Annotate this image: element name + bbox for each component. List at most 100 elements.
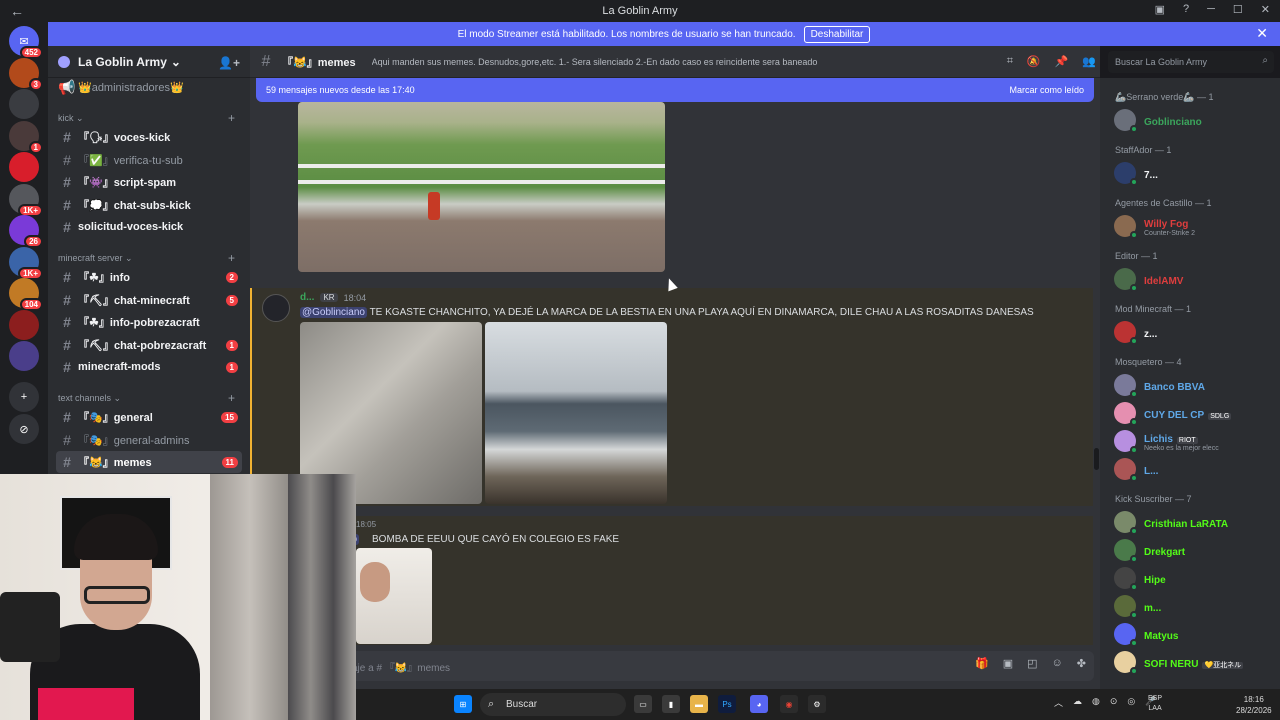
tray-app-icon[interactable]: ◎ [1127, 696, 1135, 709]
server-icon[interactable]: ⊘ [9, 414, 39, 444]
status-dot [1130, 390, 1138, 398]
new-messages-bar[interactable]: 59 mensajes nuevos desde las 17:40 Marca… [256, 78, 1094, 102]
pin-icon[interactable]: 📌 [1055, 55, 1069, 68]
server-icon[interactable]: 1K+ [9, 246, 43, 280]
member-item[interactable]: Cristhian LaRATA [1114, 509, 1228, 535]
member-item[interactable]: SOFI NERU 💛亚北ネル [1114, 649, 1244, 675]
member-item[interactable]: Goblinciano [1114, 107, 1202, 133]
banner-close-icon[interactable]: ✕ [1256, 25, 1268, 42]
channel-item[interactable]: # solicitud-voces-kick [56, 216, 242, 238]
scrollbar[interactable] [1094, 448, 1099, 470]
channel-item[interactable]: # 『👾』script-spam [56, 171, 242, 193]
server-icon[interactable] [9, 309, 39, 340]
channel-item[interactable]: # minecraft-mods 1 [56, 356, 242, 378]
avatar[interactable] [262, 294, 290, 322]
chrome-icon[interactable]: ◉ [780, 695, 798, 713]
server-icon[interactable]: 26 [9, 215, 43, 248]
clock[interactable]: 18:16 28/2/2026 [1236, 694, 1272, 716]
channel-item[interactable]: # 『🗣』voces-kick [56, 126, 242, 148]
category-text-channels[interactable]: Text Channels ⌄ + [58, 391, 235, 405]
server-icon[interactable] [9, 89, 39, 119]
member-item[interactable]: Hipe [1114, 565, 1166, 591]
category-kick[interactable]: kick ⌄ + [58, 111, 235, 125]
member-item[interactable]: Lichis RIOT Neeko es la mejor elecc [1114, 428, 1219, 454]
channel-item[interactable]: # 『☘』info 2 [56, 266, 242, 288]
sticker-icon[interactable]: ◰ [1027, 657, 1037, 670]
gif-icon[interactable]: ▣ [1003, 657, 1013, 670]
search-input[interactable]: Buscar La Goblin Army ⌕ [1108, 51, 1274, 73]
mark-read-button[interactable]: Marcar como leído [1009, 85, 1084, 95]
channel-item[interactable]: # 『✅』verifica-tu-sub [56, 149, 242, 171]
category-minecraft-server[interactable]: minecraft server ⌄ + [58, 251, 235, 265]
photoshop-icon[interactable]: Ps [718, 695, 736, 713]
member-role-header: Agentes de Castillo — 1 [1115, 198, 1212, 208]
member-item[interactable]: L... [1114, 456, 1158, 482]
disable-streamer-button[interactable]: Deshabilitar [803, 25, 871, 43]
message-area[interactable]: d... KR 18:04 @Goblinciano TE KGASTE CHA… [250, 78, 1100, 645]
emoji-icon[interactable]: ☺ [1052, 657, 1063, 670]
notifications-icon[interactable]: 🔕 [1027, 55, 1041, 68]
member-item[interactable]: Drekgart [1114, 537, 1185, 563]
server-icon[interactable] [9, 341, 39, 371]
file-explorer-icon[interactable]: ▬ [690, 695, 708, 713]
discord-icon[interactable]: ◕ [750, 695, 768, 713]
meme-image-track[interactable] [298, 102, 665, 272]
tray-app-icon[interactable]: ☁ [1073, 696, 1082, 709]
invite-icon[interactable]: 👤+ [218, 56, 240, 70]
server-icon[interactable]: 1 [9, 120, 43, 154]
add-channel-icon[interactable]: + [228, 111, 235, 125]
tray-arrow-icon[interactable]: ︿ [1054, 696, 1063, 709]
channel-item[interactable]: # 『⛏』chat-minecraft 5 [56, 289, 242, 311]
app-icon[interactable]: ▮ [662, 695, 680, 713]
server-icon[interactable]: 1K+ [9, 183, 43, 217]
add-channel-icon[interactable]: + [228, 251, 235, 265]
channel-topic[interactable]: Aqui manden sus memes. Desnudos,gore,etc… [372, 57, 1012, 67]
beach-image[interactable] [485, 322, 667, 504]
member-item[interactable]: CUY DEL CP SDLG [1114, 400, 1232, 426]
member-item[interactable]: Willy Fog Counter-Strike 2 [1114, 213, 1195, 239]
taskbar-search[interactable]: ⌕ Buscar [480, 693, 626, 716]
mention[interactable]: @Goblinciano [300, 307, 367, 318]
server-icon[interactable]: 104 [9, 278, 43, 311]
back-arrow-icon[interactable]: ← [0, 3, 48, 19]
apps-icon[interactable]: ✤ [1077, 657, 1086, 670]
member-item[interactable]: Matyus [1114, 621, 1178, 647]
guild-header[interactable]: La Goblin Army ⌄ 👤+ [48, 46, 250, 78]
server-icon[interactable]: 3 [9, 57, 43, 91]
maximize-icon[interactable]: ☐ [1233, 3, 1243, 16]
close-window-icon[interactable]: ✕ [1261, 3, 1270, 16]
channel-item[interactable]: # 『🎭』general 15 [56, 406, 242, 428]
add-channel-icon[interactable]: + [228, 391, 235, 405]
windows-start-icon[interactable]: ⊞ [454, 695, 472, 713]
message-input[interactable]: aje a # 『😹』memes [256, 651, 1094, 681]
server-icon[interactable]: + [9, 382, 39, 412]
channel-item[interactable]: # 『💭』chat-subs-kick [56, 194, 242, 216]
channel-administradores[interactable]: 📢 👑administradores👑 [56, 76, 242, 98]
member-item[interactable]: Banco BBVA [1114, 372, 1205, 398]
app-icon[interactable]: ⚙ [808, 695, 826, 713]
server-icon[interactable]: ✉ 452 [9, 26, 43, 59]
banner-text: El modo Streamer está habilitado. Los no… [457, 28, 796, 40]
inbox-icon[interactable]: ▣ [1155, 3, 1165, 16]
member-item[interactable]: IdelAMV [1114, 266, 1183, 292]
message-author[interactable]: d... [300, 292, 314, 303]
minimize-icon[interactable]: ─ [1207, 3, 1215, 16]
gift-icon[interactable]: 🎁 [975, 657, 989, 670]
threads-icon[interactable]: ⌗ [1007, 55, 1013, 68]
tray-app-icon[interactable]: ⊙ [1110, 696, 1118, 709]
help-icon[interactable]: ? [1183, 3, 1189, 16]
channel-item[interactable]: # 『☘』info-pobrezacraft [56, 311, 242, 333]
task-view-icon[interactable]: ▭ [634, 695, 652, 713]
unread-badge: 11 [221, 456, 238, 468]
channel-item[interactable]: # 『⛏』chat-pobrezacraft 1 [56, 334, 242, 356]
channel-item[interactable]: # 『🎭』general-admins [56, 429, 242, 451]
member-item[interactable]: m... [1114, 593, 1161, 619]
member-item[interactable]: z... [1114, 319, 1157, 345]
meme-image[interactable] [356, 548, 432, 644]
member-item[interactable]: 7... [1114, 160, 1158, 186]
tray-app-icon[interactable]: ◍ [1092, 696, 1100, 709]
channel-item[interactable]: # 『😹』memes 11 [56, 451, 242, 473]
member-list-icon[interactable]: 👥 [1082, 55, 1096, 68]
language-indicator[interactable]: ESP LAA [1148, 694, 1162, 714]
server-icon[interactable] [9, 152, 39, 182]
